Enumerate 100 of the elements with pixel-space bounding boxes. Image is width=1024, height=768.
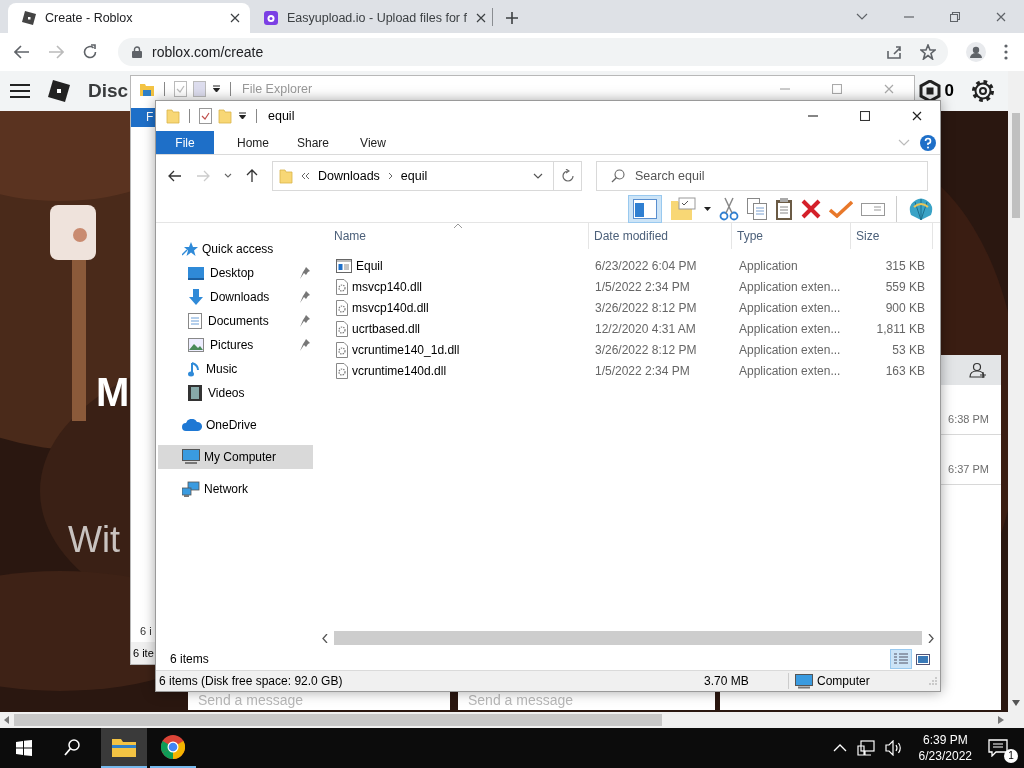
new-tab-icon[interactable]: [505, 11, 519, 25]
ribbon-tab[interactable]: View: [348, 131, 398, 154]
caret-icon[interactable]: [238, 112, 247, 120]
profile-icon[interactable]: [966, 42, 986, 62]
pin-icon[interactable]: [300, 291, 310, 303]
reload-icon[interactable]: [82, 44, 98, 60]
document-icon: [188, 313, 202, 329]
network-icon[interactable]: [856, 740, 875, 756]
table-cell: 1,811 KB: [876, 321, 925, 336]
star-icon[interactable]: [920, 44, 936, 60]
add-friend-icon[interactable]: [969, 362, 987, 378]
settings-icon[interactable]: [970, 78, 996, 104]
nav-item[interactable]: Quick access: [156, 237, 316, 261]
taskbar-button[interactable]: [101, 728, 147, 768]
column-header[interactable]: Date modified: [589, 223, 732, 249]
clock-time[interactable]: 6:39 PM: [922, 732, 968, 748]
browser-tab[interactable]: Easyupload.io - Upload files for f: [250, 3, 492, 33]
scrollbar-thumb[interactable]: [334, 631, 922, 645]
robux-icon[interactable]: [918, 80, 941, 102]
pin-icon[interactable]: [300, 339, 310, 351]
nav-item[interactable]: My Computer: [158, 445, 313, 469]
start-icon[interactable]: [16, 740, 32, 756]
sort-icon[interactable]: [453, 223, 463, 229]
site-title[interactable]: Disc: [88, 80, 129, 102]
column-header[interactable]: Type: [732, 223, 851, 249]
checkmark-icon[interactable]: [829, 199, 853, 218]
up-icon[interactable]: [246, 169, 258, 183]
scroll-left-icon[interactable]: [4, 716, 10, 724]
recent-locations-icon[interactable]: [224, 173, 232, 179]
scrollbar-thumb[interactable]: [14, 714, 662, 726]
file-name[interactable]: vcruntime140d.dll: [352, 363, 447, 378]
ribbon-tab[interactable]: F: [131, 108, 155, 127]
breadcrumb-item[interactable]: Downloads: [318, 169, 380, 183]
column-header[interactable]: Size: [851, 223, 933, 249]
ribbon-tab[interactable]: File: [156, 131, 214, 154]
refresh-button[interactable]: [554, 161, 582, 191]
cut-icon[interactable]: [719, 196, 739, 221]
pin-icon[interactable]: [300, 315, 310, 327]
share-icon[interactable]: [886, 44, 902, 60]
close-icon[interactable]: [230, 13, 240, 23]
nav-item[interactable]: Network: [156, 477, 316, 501]
file-name[interactable]: msvcp140d.dll: [352, 300, 429, 315]
nav-item[interactable]: OneDrive: [156, 413, 316, 437]
nav-item[interactable]: Pictures: [156, 333, 316, 357]
nav-item[interactable]: Music: [156, 357, 316, 381]
shell-icon[interactable]: [908, 196, 934, 221]
caret-icon[interactable]: [704, 206, 711, 211]
close-icon[interactable]: [912, 111, 922, 121]
message-time: 6:38 PM: [948, 412, 989, 425]
file-name[interactable]: vcruntime140_1d.dll: [352, 342, 460, 357]
back-icon[interactable]: [14, 45, 30, 59]
clock-date[interactable]: 6/23/2022: [918, 748, 972, 764]
column-header[interactable]: Name: [316, 223, 589, 249]
restore-icon[interactable]: [950, 11, 960, 22]
search-icon[interactable]: [64, 739, 80, 757]
scroll-right-icon[interactable]: [928, 633, 934, 643]
volume-icon[interactable]: [884, 740, 903, 756]
maximize-icon[interactable]: [860, 111, 870, 121]
ribbon-tab[interactable]: Share: [288, 131, 338, 154]
browser-tab[interactable]: Create - Roblox: [8, 3, 250, 33]
menu-icon[interactable]: [10, 83, 30, 99]
close-icon[interactable]: [475, 13, 486, 23]
scroll-left-icon[interactable]: [322, 633, 328, 643]
resize-grip-icon[interactable]: [929, 677, 937, 685]
tray-caret-icon[interactable]: [832, 744, 847, 752]
file-name[interactable]: msvcp140.dll: [352, 279, 423, 294]
roblox-logo-icon[interactable]: [48, 80, 70, 102]
ribbon-tab[interactable]: Home: [228, 131, 278, 154]
nav-item[interactable]: Downloads: [156, 285, 316, 309]
scroll-right-icon[interactable]: [998, 716, 1004, 724]
table-cell: Application exten...: [739, 321, 841, 336]
help-icon[interactable]: [920, 134, 936, 151]
caret-icon[interactable]: [212, 84, 221, 93]
scrollbar-thumb[interactable]: [1012, 113, 1020, 218]
address-field[interactable]: roblox.com/create: [118, 38, 948, 66]
nav-item[interactable]: Videos: [156, 381, 316, 405]
file-name[interactable]: Equil: [356, 258, 383, 273]
dropdown-icon[interactable]: [533, 173, 543, 179]
copy-icon[interactable]: [747, 197, 767, 220]
address-field[interactable]: Downloads equil: [272, 161, 554, 191]
menu-icon[interactable]: [1004, 44, 1008, 60]
properties-icon[interactable]: [199, 108, 212, 124]
rename-icon[interactable]: [861, 200, 885, 217]
tab-search-icon[interactable]: [856, 12, 868, 21]
nav-item[interactable]: Documents: [156, 309, 316, 333]
file-name[interactable]: ucrtbased.dll: [352, 321, 421, 336]
preview-pane-button[interactable]: [628, 194, 662, 223]
search-field[interactable]: Search equil: [596, 161, 928, 191]
settings-file-icon: [336, 362, 348, 379]
nav-item[interactable]: Desktop: [156, 261, 316, 285]
roblox-logo-icon: [22, 11, 36, 25]
scroll-down-icon[interactable]: [1012, 700, 1020, 706]
paste-icon[interactable]: [775, 196, 793, 221]
back-icon[interactable]: [168, 170, 182, 182]
search-input[interactable]: Search equil: [633, 168, 927, 184]
delete-icon[interactable]: [801, 198, 821, 219]
pin-icon[interactable]: [300, 267, 310, 279]
breadcrumb-item[interactable]: equil: [400, 169, 428, 183]
notification-icon[interactable]: [988, 739, 1008, 757]
table-cell: Application exten...: [739, 300, 841, 315]
